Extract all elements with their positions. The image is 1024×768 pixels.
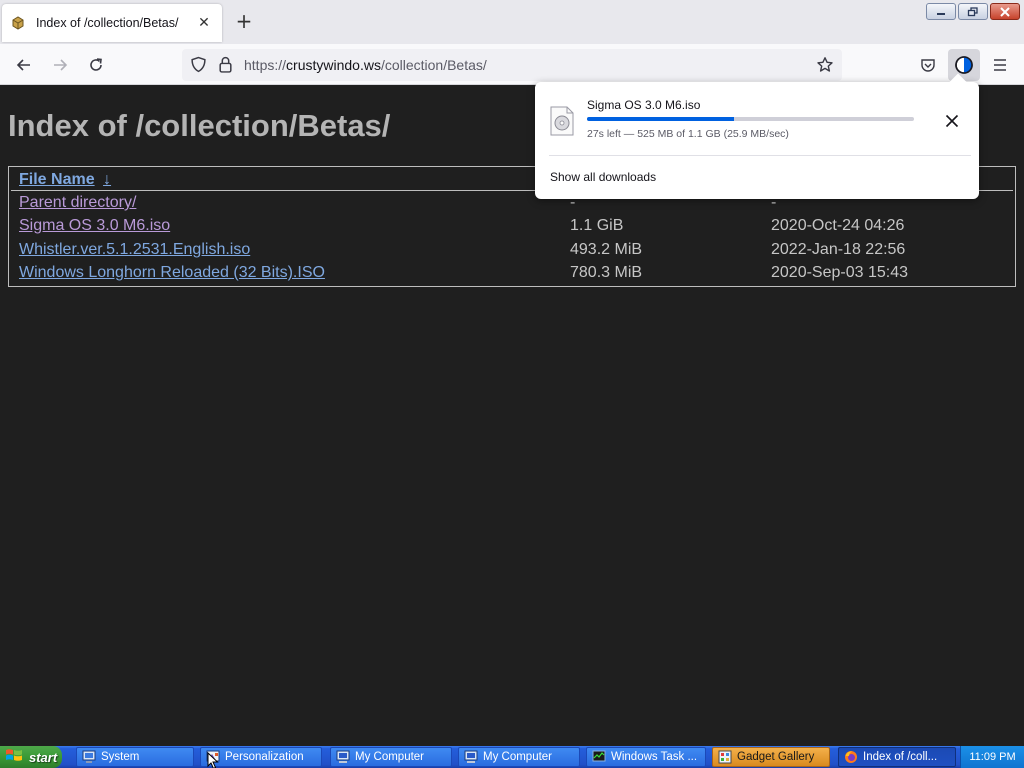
file-size: 493.2 MiB xyxy=(570,241,643,258)
my-computer-icon xyxy=(336,750,350,763)
tab-strip: Index of /collection/Betas/ ✕ + xyxy=(0,0,1024,44)
bookmark-star-icon[interactable] xyxy=(816,56,834,78)
cancel-download-icon[interactable] xyxy=(941,110,963,132)
file-link[interactable]: Windows Longhorn Reloaded (32 Bits).ISO xyxy=(19,264,325,281)
reload-icon[interactable] xyxy=(84,53,108,77)
clock[interactable]: 11:09 PM xyxy=(969,751,1015,763)
file-date: 2020-Oct-24 04:26 xyxy=(771,217,905,234)
downloads-panel: Sigma OS 3.0 M6.iso 27s left — 525 MB of… xyxy=(535,73,979,199)
download-progress-bar xyxy=(587,117,914,121)
download-file-name[interactable]: Sigma OS 3.0 M6.iso xyxy=(587,98,700,112)
taskbar-item-my-computer[interactable]: My Computer xyxy=(458,747,580,767)
taskbar-item-my-computer[interactable]: My Computer xyxy=(330,747,452,767)
table-row: Sigma OS 3.0 M6.iso xyxy=(19,217,170,235)
back-icon[interactable] xyxy=(12,53,36,77)
taskbar-item-label: Index of /coll... xyxy=(863,751,938,763)
windows-logo-icon xyxy=(5,747,23,767)
url-bar[interactable]: https://crustywindo.ws/collection/Betas/ xyxy=(182,49,842,81)
url-host: crustywindo.ws xyxy=(286,57,381,73)
navigation-toolbar: https://crustywindo.ws/collection/Betas/ xyxy=(0,44,1024,85)
sort-by-name-link[interactable]: File Name xyxy=(19,171,95,188)
taskbar-item-label: Gadget Gallery xyxy=(737,751,815,763)
table-row: Parent directory/ xyxy=(19,194,136,212)
gadget-icon xyxy=(718,750,732,764)
taskbar-item-label: Personalization xyxy=(225,751,304,763)
url-path: /collection/Betas/ xyxy=(380,57,487,73)
my-computer-icon xyxy=(464,750,478,763)
taskbar-item-label: My Computer xyxy=(483,751,553,763)
new-tab-button[interactable]: + xyxy=(234,11,254,32)
system-tray: 11:09 PM xyxy=(960,746,1024,768)
file-size: 780.3 MiB xyxy=(570,264,643,281)
sort-arrow-icon[interactable]: ↓ xyxy=(103,171,111,188)
menu-icon[interactable] xyxy=(988,53,1012,77)
minimize-icon[interactable] xyxy=(926,3,956,20)
restore-icon[interactable] xyxy=(958,3,988,20)
table-row: Whistler.ver.5.1.2531.English.iso xyxy=(19,241,250,259)
close-icon[interactable] xyxy=(990,3,1020,20)
file-link[interactable]: Whistler.ver.5.1.2531.English.iso xyxy=(19,241,250,258)
url-scheme: https:// xyxy=(244,57,287,73)
page-title: Index of /collection/Betas/ xyxy=(8,108,391,143)
taskbar: start System Personalization My Computer… xyxy=(0,746,1024,768)
start-button[interactable]: start xyxy=(0,746,62,768)
lock-icon[interactable] xyxy=(218,56,233,77)
downloads-icon[interactable] xyxy=(948,49,980,81)
table-row: Windows Longhorn Reloaded (32 Bits).ISO xyxy=(19,264,325,282)
panel-divider xyxy=(549,155,971,156)
system-icon xyxy=(82,750,96,763)
taskbar-item-system[interactable]: System xyxy=(76,747,194,767)
taskbar-item-label: System xyxy=(101,751,140,763)
file-date: 2020-Sep-03 15:43 xyxy=(771,264,908,281)
file-name-header[interactable]: File Name ↓ xyxy=(19,171,111,189)
task-manager-icon xyxy=(592,750,606,762)
shield-icon[interactable] xyxy=(190,56,207,77)
download-status: 27s left — 525 MB of 1.1 GB (25.9 MB/sec… xyxy=(587,128,789,140)
close-tab-icon[interactable]: ✕ xyxy=(194,13,214,33)
package-icon xyxy=(10,15,26,31)
taskbar-item-label: Windows Task ... xyxy=(611,751,698,763)
pocket-icon[interactable] xyxy=(916,53,940,77)
show-all-downloads-button[interactable]: Show all downloads xyxy=(550,170,656,184)
firefox-icon xyxy=(845,751,857,763)
download-progress-fill xyxy=(587,117,735,121)
file-size: 1.1 GiB xyxy=(570,217,624,234)
forward-icon[interactable] xyxy=(48,53,72,77)
file-date: 2022-Jan-18 22:56 xyxy=(771,241,906,258)
taskbar-item-gadget-gallery[interactable]: Gadget Gallery xyxy=(712,747,830,767)
start-label: start xyxy=(29,749,58,765)
disc-file-icon xyxy=(549,106,575,136)
taskbar-item-windows-task[interactable]: Windows Task ... xyxy=(586,747,706,767)
taskbar-item-label: My Computer xyxy=(355,751,425,763)
taskbar-item-firefox[interactable]: Index of /coll... xyxy=(838,747,956,767)
tab-title: Index of /collection/Betas/ xyxy=(36,16,179,30)
file-link[interactable]: Sigma OS 3.0 M6.iso xyxy=(19,217,170,234)
parent-directory-link[interactable]: Parent directory/ xyxy=(19,194,136,211)
url-text[interactable]: https://crustywindo.ws/collection/Betas/ xyxy=(244,57,487,73)
mouse-cursor-icon xyxy=(207,752,219,768)
tab-index-betas[interactable]: Index of /collection/Betas/ ✕ xyxy=(2,4,222,42)
